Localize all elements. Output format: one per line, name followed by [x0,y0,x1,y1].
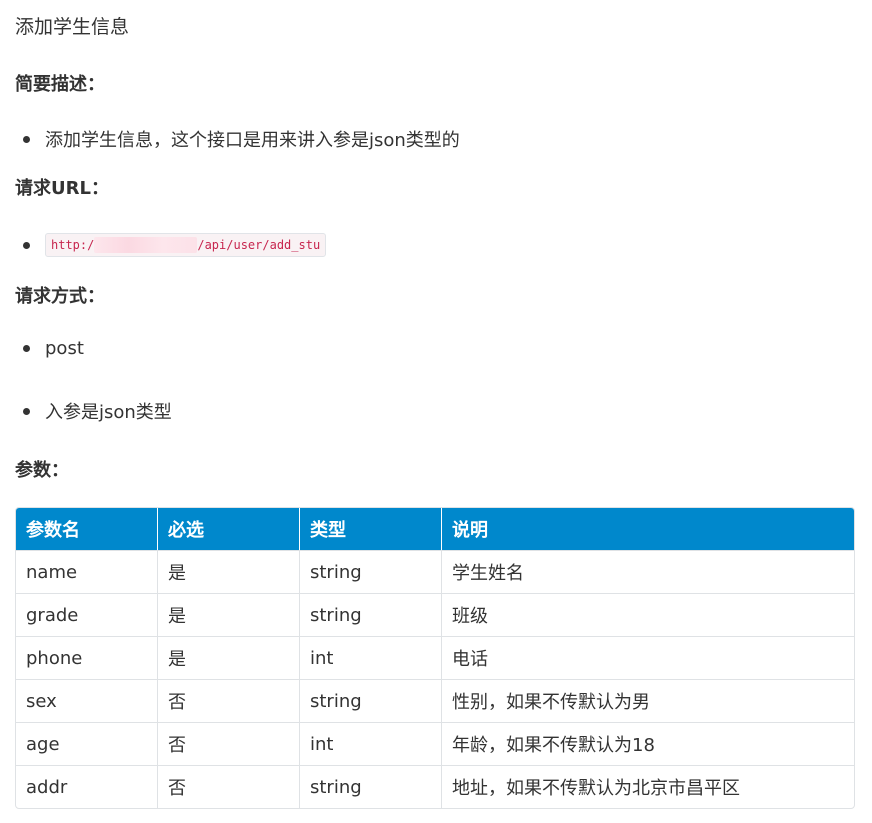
table-header-row: 参数名 必选 类型 说明 [16,508,854,550]
cell-required: 否 [158,722,300,765]
cell-required: 否 [158,679,300,722]
header-description: 说明 [442,508,854,550]
cell-description: 性别，如果不传默认为男 [442,679,854,722]
url-heading: 请求URL： [15,178,109,199]
cell-required: 否 [158,765,300,808]
cell-type: int [300,636,442,679]
cell-type: string [300,679,442,722]
cell-type: string [300,765,442,808]
cell-param-name: sex [16,679,158,722]
method-text: post [45,338,84,359]
cell-param-name: phone [16,636,158,679]
table-row: age 否 int 年龄，如果不传默认为18 [16,722,854,765]
cell-required: 是 [158,636,300,679]
url-list-item: http:/ /api/user/add_stu [23,233,327,257]
summary-text: 添加学生信息，这个接口是用来讲入参是json类型的 [45,130,460,151]
bullet-dot-icon [23,241,30,249]
header-required: 必选 [158,508,300,550]
cell-description: 学生姓名 [442,550,854,593]
table-row: name 是 string 学生姓名 [16,550,854,593]
method-list-item: 入参是json类型 [23,398,172,424]
cell-required: 是 [158,550,300,593]
method-heading: 请求方式： [15,286,105,307]
cell-type: int [300,722,442,765]
method-text: 入参是json类型 [45,402,172,423]
cell-description: 地址，如果不传默认为北京市昌平区 [442,765,854,808]
page-intro: 添加学生信息 [15,16,130,38]
bullet-dot-icon [23,345,30,352]
table-row: sex 否 string 性别，如果不传默认为男 [16,679,854,722]
cell-param-name: grade [16,593,158,636]
table-row: grade 是 string 班级 [16,593,854,636]
params-table: 参数名 必选 类型 说明 name 是 string 学生姓名 grade 是 … [15,507,855,809]
cell-param-name: name [16,550,158,593]
url-path: /api/user/add_stu [197,238,321,252]
bullet-dot-icon [23,407,30,415]
params-heading: 参数： [15,460,69,481]
redacted-host [94,237,198,253]
cell-type: string [300,593,442,636]
request-url-code[interactable]: http:/ /api/user/add_stu [45,233,327,257]
method-list-item: post [23,338,84,359]
cell-param-name: age [16,722,158,765]
summary-list-item: 添加学生信息，这个接口是用来讲入参是json类型的 [23,126,460,152]
table-row: phone 是 int 电话 [16,636,854,679]
cell-param-name: addr [16,765,158,808]
cell-description: 年龄，如果不传默认为18 [442,722,854,765]
url-prefix: http:/ [51,238,95,252]
cell-description: 电话 [442,636,854,679]
cell-type: string [300,550,442,593]
header-type: 类型 [300,508,442,550]
table-row: addr 否 string 地址，如果不传默认为北京市昌平区 [16,765,854,808]
summary-heading: 简要描述： [15,74,105,95]
bullet-dot-icon [23,135,30,143]
header-param-name: 参数名 [16,508,158,550]
cell-description: 班级 [442,593,854,636]
cell-required: 是 [158,593,300,636]
